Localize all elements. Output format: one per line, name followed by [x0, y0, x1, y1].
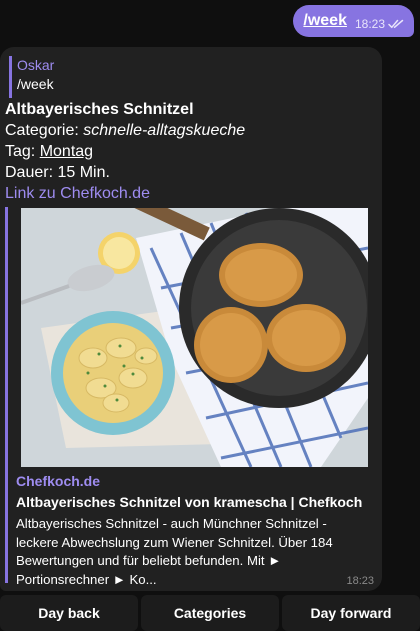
- tag-label: Tag:: [5, 143, 40, 160]
- preview-title: Altbayerisches Schnitzel von kramescha |…: [16, 494, 363, 510]
- message-body: Altbayerisches Schnitzel Categorie: schn…: [5, 99, 245, 204]
- incoming-time: 18:23: [346, 575, 374, 587]
- outgoing-meta: 18:23: [355, 17, 404, 31]
- schnitzel-photo: [21, 208, 368, 467]
- recipe-title: Altbayerisches Schnitzel: [5, 101, 194, 118]
- double-check-icon: [388, 19, 404, 29]
- tag-value[interactable]: Montag: [40, 143, 93, 160]
- reply-quote[interactable]: Oskar /week: [9, 56, 54, 98]
- outgoing-command[interactable]: /week: [303, 12, 347, 30]
- reply-author: Oskar: [17, 57, 55, 73]
- category-label: Categorie:: [5, 122, 84, 139]
- preview-description: Altbayerisches Schnitzel - auch Münchner…: [16, 516, 333, 587]
- bot-keyboard: Day back Categories Day forward: [0, 595, 420, 631]
- reply-text: /week: [17, 76, 54, 92]
- category-value: schnelle-alltagskueche: [83, 122, 246, 139]
- outgoing-time: 18:23: [354, 17, 385, 31]
- day-back-button[interactable]: Day back: [0, 595, 138, 631]
- recipe-tag: Tag: Montag: [5, 141, 245, 162]
- recipe-category: Categorie: schnelle-alltagskueche: [5, 120, 245, 141]
- incoming-message: Oskar /week Altbayerisches Schnitzel Cat…: [0, 47, 382, 591]
- preview-site-name: Chefkoch.de: [16, 473, 101, 489]
- link-preview[interactable]: Chefkoch.de Altbayerisches Schnitzel von…: [5, 207, 369, 587]
- preview-image[interactable]: [21, 208, 368, 467]
- categories-button[interactable]: Categories: [141, 595, 279, 631]
- outgoing-message: /week 18:23: [293, 5, 414, 37]
- day-forward-button[interactable]: Day forward: [282, 595, 420, 631]
- recipe-duration: Dauer: 15 Min.: [5, 164, 110, 181]
- chefkoch-link[interactable]: Link zu Chefkoch.de: [5, 183, 245, 204]
